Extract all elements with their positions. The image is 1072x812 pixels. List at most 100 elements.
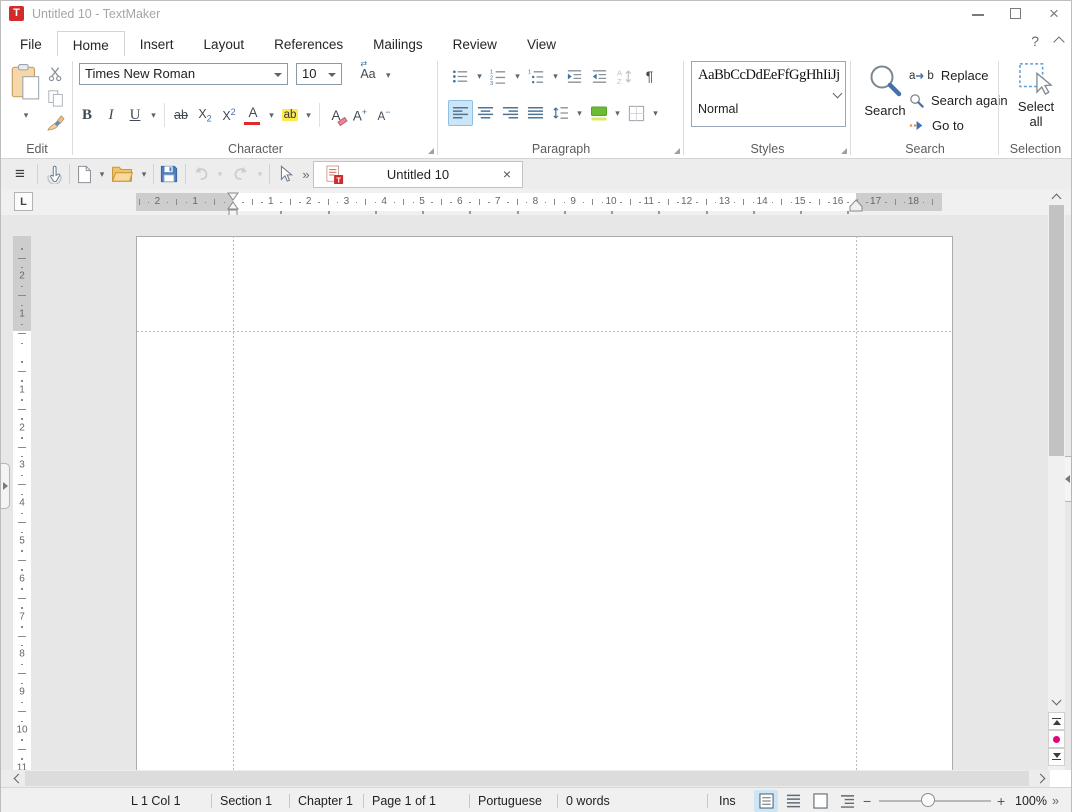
next-page-button[interactable] <box>1048 748 1065 766</box>
view-continuous-button[interactable] <box>781 790 805 812</box>
touch-mode-button[interactable] <box>41 162 67 186</box>
replace-button[interactable]: a b Replace <box>909 63 1008 88</box>
bullet-list-dropdown[interactable]: ▾ <box>473 63 486 89</box>
redo-dropdown[interactable]: ▾ <box>253 162 267 186</box>
chevron-down-icon[interactable] <box>833 89 843 99</box>
document-tab-close-button[interactable]: × <box>500 166 514 182</box>
justify-button[interactable] <box>523 100 548 126</box>
zoom-in-button[interactable]: + <box>997 793 1005 809</box>
statusbar-language[interactable]: Portuguese <box>478 794 542 808</box>
font-size-select[interactable]: 10 <box>296 63 342 85</box>
line-spacing-dropdown[interactable]: ▾ <box>573 100 586 126</box>
font-name-select[interactable]: Times New Roman <box>79 63 288 85</box>
statusbar-chapter[interactable]: Chapter 1 <box>298 794 353 808</box>
open-dropdown[interactable]: ▾ <box>137 162 151 186</box>
view-standard-button[interactable] <box>754 790 778 812</box>
statusbar-section[interactable]: Section 1 <box>220 794 272 808</box>
format-painter-button[interactable] <box>45 112 66 133</box>
document-tab[interactable]: T Untitled 10 × <box>313 161 523 188</box>
new-document-button[interactable] <box>73 162 95 186</box>
subscript-button[interactable]: X2 <box>193 102 217 128</box>
scroll-right-button[interactable] <box>1033 770 1050 786</box>
statusbar-word-count[interactable]: 0 words <box>566 794 610 808</box>
shading-button[interactable] <box>586 100 611 126</box>
zoom-slider-track[interactable] <box>879 800 991 802</box>
align-center-button[interactable] <box>473 100 498 126</box>
dialog-launcher-icon[interactable] <box>841 148 847 154</box>
align-right-button[interactable] <box>498 100 523 126</box>
multilevel-list-dropdown[interactable]: ▾ <box>549 63 562 89</box>
statusbar-page[interactable]: Page 1 of 1 <box>372 794 436 808</box>
open-button[interactable] <box>109 162 135 186</box>
dialog-launcher-icon[interactable] <box>674 148 680 154</box>
numbered-list-button[interactable]: 1 2 3 <box>486 63 511 89</box>
zoom-slider-handle[interactable] <box>921 793 935 807</box>
scroll-up-button[interactable] <box>1048 189 1065 205</box>
maximize-button[interactable] <box>999 1 1033 27</box>
vertical-scrollbar-thumb[interactable] <box>1049 205 1064 456</box>
borders-dropdown[interactable]: ▾ <box>649 100 662 126</box>
strikethrough-button[interactable]: ab <box>169 102 193 128</box>
new-document-dropdown[interactable]: ▾ <box>95 162 109 186</box>
shrink-font-button[interactable]: A− <box>372 102 396 128</box>
scroll-down-button[interactable] <box>1048 694 1065 710</box>
font-color-dropdown[interactable]: ▾ <box>265 102 278 128</box>
sort-button[interactable]: A Z <box>612 63 637 89</box>
copy-button[interactable] <box>45 88 66 108</box>
undo-button[interactable] <box>189 162 213 186</box>
cut-button[interactable] <box>45 64 66 84</box>
right-margin-marker[interactable] <box>849 199 863 212</box>
italic-button[interactable]: I <box>99 102 123 128</box>
statusbar-more-button[interactable]: » <box>1052 794 1059 808</box>
underline-button[interactable]: U <box>123 102 147 128</box>
left-panel-handle[interactable] <box>0 463 10 509</box>
view-outline-button[interactable] <box>835 790 859 812</box>
view-preview-button[interactable] <box>808 790 832 812</box>
line-spacing-button[interactable] <box>548 100 573 126</box>
grow-font-button[interactable]: A+ <box>348 102 372 128</box>
highlight-dropdown[interactable]: ▾ <box>302 102 315 128</box>
scroll-left-button[interactable] <box>8 770 25 786</box>
object-mode-button[interactable] <box>273 162 297 186</box>
style-gallery[interactable]: AaBbCcDdEeFfGgHhIiJj Normal <box>691 61 846 127</box>
borders-button[interactable] <box>624 100 649 126</box>
superscript-button[interactable]: X2 <box>217 102 241 128</box>
vertical-scrollbar[interactable] <box>1048 189 1065 770</box>
horizontal-scrollbar[interactable] <box>1 770 1050 787</box>
statusbar-insert-mode[interactable]: Ins <box>719 794 736 808</box>
statusbar-cursor-position[interactable]: L 1 Col 1 <box>131 794 181 808</box>
dialog-launcher-icon[interactable] <box>428 148 434 154</box>
show-formatting-button[interactable]: ¶ <box>637 63 662 89</box>
increase-indent-button[interactable] <box>562 63 587 89</box>
multilevel-list-button[interactable]: 1 <box>524 63 549 89</box>
close-button[interactable]: × <box>1037 1 1071 27</box>
paste-button[interactable]: ▾ <box>7 63 45 131</box>
shading-dropdown[interactable]: ▾ <box>611 100 624 126</box>
undo-dropdown[interactable]: ▾ <box>213 162 227 186</box>
minimize-button[interactable] <box>961 1 995 27</box>
select-all-button[interactable]: Select all <box>1007 62 1065 129</box>
previous-page-button[interactable] <box>1048 712 1065 730</box>
search-button[interactable]: Search <box>861 62 909 118</box>
browse-object-button[interactable] <box>1048 730 1065 748</box>
main-menu-button[interactable]: ≡ <box>7 162 33 186</box>
horizontal-scrollbar-thumb[interactable] <box>25 771 1029 786</box>
reset-formatting-button[interactable]: A <box>324 102 348 128</box>
paste-dropdown[interactable]: ▾ <box>24 110 29 120</box>
collapse-ribbon-button[interactable] <box>1055 33 1063 49</box>
save-button[interactable] <box>157 162 181 186</box>
search-again-button[interactable]: Search again <box>909 88 1008 113</box>
decrease-indent-button[interactable] <box>587 63 612 89</box>
redo-button[interactable] <box>229 162 253 186</box>
numbered-list-dropdown[interactable]: ▾ <box>511 63 524 89</box>
highlight-button[interactable]: ab <box>278 102 302 128</box>
change-case-button[interactable]: ⇄ Aa <box>353 62 383 86</box>
bullet-list-button[interactable] <box>448 63 473 89</box>
bold-button[interactable]: B <box>75 102 99 128</box>
zoom-out-button[interactable]: − <box>863 793 871 809</box>
goto-button[interactable]: Go to <box>909 113 1008 138</box>
underline-dropdown[interactable]: ▾ <box>147 102 160 128</box>
statusbar-zoom-level[interactable]: 100% <box>1015 794 1047 808</box>
page[interactable] <box>136 236 953 770</box>
font-color-button[interactable]: A <box>241 102 265 128</box>
